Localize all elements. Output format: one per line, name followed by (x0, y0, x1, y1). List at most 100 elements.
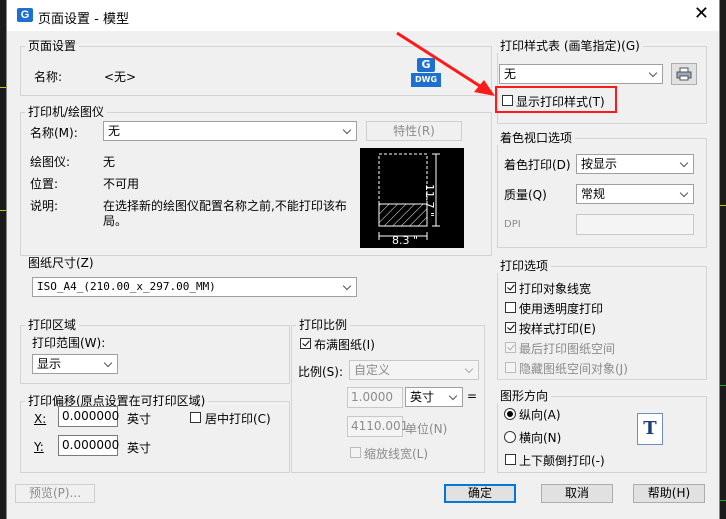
paper-size-value: ISO_A4_(210.00_x_297.00_MM) (37, 280, 216, 293)
close-icon[interactable]: ✕ (694, 3, 709, 25)
ok-button[interactable]: 确定 (444, 484, 516, 503)
plot-with-styles-label: 按样式打印(E) (519, 322, 596, 336)
printer-group-title: 打印机/绘图仪 (25, 105, 108, 119)
app-logo-icon: G (17, 8, 33, 22)
chevron-down-icon (462, 361, 478, 379)
scale-lineweights-checkbox[interactable] (350, 447, 361, 458)
orientation-title: 图形方向 (497, 389, 552, 403)
portrait-label: 纵向(A) (519, 408, 561, 422)
drawing-line (720, 205, 726, 206)
location-value: 不可用 (103, 177, 140, 191)
drawing-line (720, 385, 726, 386)
dwg-file-icon: G DWG (411, 58, 441, 88)
edit-plot-style-button[interactable] (671, 63, 697, 85)
page-setup-name-label: 名称: (34, 70, 63, 84)
description-line-2: 局。 (103, 214, 128, 228)
location-label: 位置: (30, 177, 59, 191)
plot-lineweights-label: 打印对象线宽 (519, 282, 592, 296)
preview-width-label: 8.3 " (392, 234, 419, 247)
center-plot-label: 居中打印(C) (205, 412, 271, 426)
chevron-down-icon (340, 122, 356, 140)
plot-with-styles-checkbox[interactable] (505, 322, 516, 333)
paper-size-title: 图纸尺寸(Z) (25, 256, 97, 270)
printer-name-select[interactable]: 无 (103, 121, 357, 141)
title-bar: G 页面设置 - 模型 ✕ (7, 0, 719, 31)
offset-x-unit: 英寸 (127, 412, 152, 426)
shaded-viewport-title: 着色视口选项 (497, 131, 576, 145)
portrait-radio[interactable] (504, 408, 516, 420)
hide-paperspace-objects-checkbox[interactable] (505, 362, 516, 373)
drawing-line (720, 500, 726, 501)
window-title: 页面设置 - 模型 (38, 12, 129, 27)
page-setup-dialog: G 页面设置 - 模型 ✕ 页面设置 名称: <无> G DWG 打印机/绘图仪… (6, 0, 720, 519)
plot-lineweights-checkbox[interactable] (505, 282, 516, 293)
printer-name-value: 无 (108, 124, 121, 138)
page-setup-group-title: 页面设置 (25, 39, 80, 53)
fit-to-paper-label: 布满图纸(I) (314, 338, 375, 352)
dpi-input[interactable] (576, 214, 694, 235)
plot-area-title: 打印区域 (25, 318, 80, 332)
landscape-radio[interactable] (504, 431, 516, 443)
printer-icon (676, 67, 692, 81)
printer-name-label: 名称(M): (30, 126, 78, 140)
shade-plot-label: 着色打印(D) (504, 158, 571, 172)
orientation-letter: T (643, 418, 657, 439)
scale-value: 自定义 (354, 363, 391, 377)
description-line-1: 在选择新的绘图仪配置名称之前,不能打印该布 (103, 199, 347, 213)
preview-height-label: 11.7 " (423, 184, 436, 218)
equals-sign: = (467, 389, 478, 403)
paper-preview: 8.3 " 11.7 " (360, 148, 464, 248)
chevron-down-icon (340, 278, 356, 296)
offset-y-input[interactable]: 0.000000 (58, 435, 119, 456)
plot-transparency-label: 使用透明度打印 (519, 302, 604, 316)
dwg-logo-icon: G (417, 58, 435, 72)
plot-scale-title: 打印比例 (296, 318, 351, 332)
plot-paperspace-last-checkbox[interactable] (505, 342, 516, 353)
plot-paperspace-last-label: 最后打印图纸空间 (519, 342, 616, 356)
plot-style-value: 无 (504, 67, 517, 81)
dwg-label: DWG (411, 73, 441, 87)
scale-unit-select[interactable]: 英寸 (405, 387, 463, 407)
paper-size-select[interactable]: ISO_A4_(210.00_x_297.00_MM) (32, 277, 357, 297)
help-button[interactable]: 帮助(H) (633, 484, 705, 503)
upside-down-label: 上下颠倒打印(-) (519, 454, 605, 468)
dpi-label: DPI (504, 219, 521, 230)
shade-plot-select[interactable]: 按显示 (576, 154, 694, 174)
plot-transparency-checkbox[interactable] (505, 302, 516, 313)
description-label: 说明: (30, 199, 59, 213)
orientation-page-icon: T (637, 413, 663, 445)
landscape-label: 横向(N) (519, 431, 562, 445)
scale-select[interactable]: 自定义 (349, 360, 479, 380)
scale-units-input[interactable]: 4110.001 (347, 416, 408, 437)
cancel-button[interactable]: 取消 (541, 484, 613, 503)
hide-paperspace-objects-label: 隐藏图纸空间对象(J) (519, 362, 628, 376)
quality-label: 质量(Q) (504, 188, 547, 202)
annotation-highlight-box (495, 86, 617, 113)
plot-range-label: 打印范围(W): (32, 336, 106, 350)
offset-x-input[interactable]: 0.000000 (58, 406, 119, 427)
offset-y-unit: 英寸 (127, 441, 152, 455)
paper-preview-graphic (378, 153, 440, 240)
plot-style-title: 打印样式表 (画笔指定)(G) (497, 39, 643, 53)
scale-unit-value: 英寸 (410, 390, 435, 404)
scale-label: 比例(S): (298, 365, 344, 379)
center-plot-checkbox[interactable] (190, 412, 201, 423)
quality-value: 常规 (581, 187, 606, 201)
shade-plot-value: 按显示 (581, 157, 618, 171)
plot-range-select[interactable]: 显示 (32, 354, 118, 374)
units-label: 单位(N) (405, 422, 448, 436)
scale-lineweights-label: 缩放线宽(L) (364, 447, 429, 461)
plotter-value: 无 (103, 155, 116, 169)
offset-x-label: X: (34, 412, 47, 426)
chevron-down-icon (646, 65, 662, 83)
plot-range-value: 显示 (37, 357, 62, 371)
scale-value-input[interactable]: 1.0000 (347, 387, 403, 408)
plot-style-select[interactable]: 无 (499, 64, 663, 84)
preview-button[interactable]: 预览(P)... (15, 484, 95, 503)
plotter-label: 绘图仪: (30, 155, 71, 169)
upside-down-checkbox[interactable] (505, 454, 516, 465)
fit-to-paper-checkbox[interactable] (300, 338, 311, 349)
quality-select[interactable]: 常规 (576, 184, 694, 204)
plot-options-title: 打印选项 (497, 259, 552, 273)
properties-button[interactable]: 特性(R) (366, 121, 462, 141)
